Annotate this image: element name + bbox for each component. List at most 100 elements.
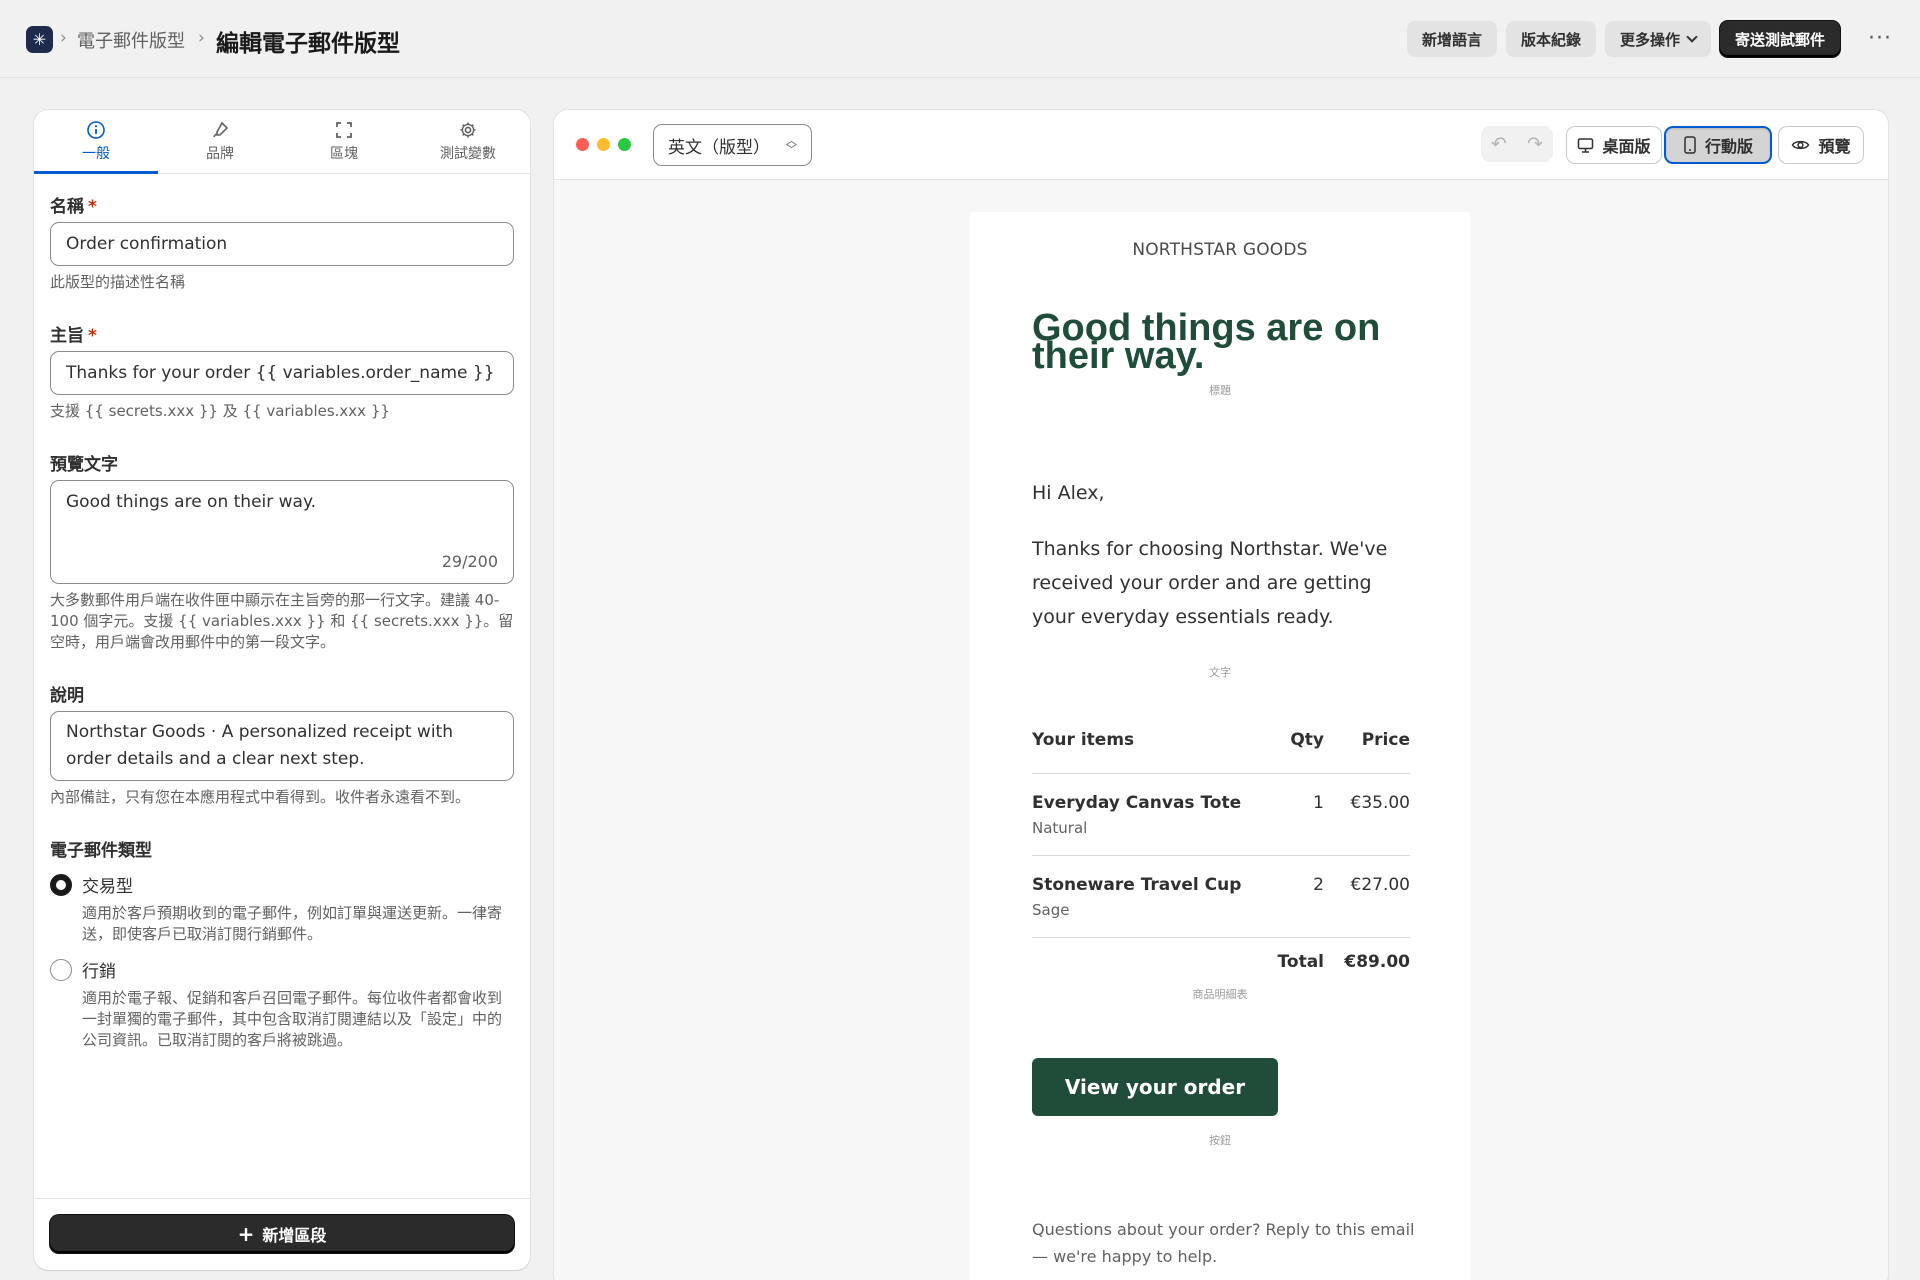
preview-text-label: 預覽文字	[50, 455, 118, 475]
top-bar: ✳ › 電子郵件版型 › 編輯電子郵件版型 新增語言 版本紀錄 更多操作 寄送測…	[0, 0, 1920, 78]
email-headline[interactable]: Good things are on their way.	[1032, 309, 1432, 375]
window-minimize-dot	[597, 138, 610, 151]
tab-brand[interactable]: 品牌	[158, 110, 282, 173]
desktop-icon	[1578, 137, 1594, 153]
radio-label: 交易型	[82, 877, 133, 897]
radio-help: 適用於客戶預期收到的電子郵件，例如訂單與運送更新。一律寄送，即使客戶已取消訂閱行…	[82, 904, 503, 943]
radio-unchecked-icon[interactable]	[50, 958, 72, 981]
chevron-right-icon: ›	[198, 28, 205, 48]
general-form: 名稱 * Order confirmation 此版型的描述性名稱 主旨 * Tha…	[50, 192, 514, 1079]
item-qty: 2	[1313, 875, 1324, 895]
chevron-right-icon: ›	[60, 28, 67, 48]
description-group: 說明 Northstar Goods · A personalized rece…	[50, 681, 514, 808]
preview-button[interactable]: 預覽	[1778, 126, 1864, 164]
language-select[interactable]: 英文（版型） ︿ ﹀	[653, 124, 812, 166]
mobile-view-label: 行動版	[1704, 137, 1753, 156]
subject-label-text: 主旨	[50, 326, 84, 346]
eye-icon	[1792, 140, 1810, 150]
more-actions-label: 更多操作	[1619, 30, 1680, 49]
subject-help: 支援 {{ secrets.xxx }} 及 {{ variables.xxx …	[50, 402, 390, 420]
language-select-value: 英文（版型）	[668, 137, 770, 158]
tab-sections[interactable]: 區塊	[282, 110, 406, 173]
description-help: 內部備註，只有您在本應用程式中看得到。收件者永遠看不到。	[50, 788, 471, 806]
required-marker: *	[88, 197, 97, 217]
preview-text-help: 大多數郵件用戶端在收件匣中顯示在主旨旁的那一行文字。建議 40-100 個字元。…	[50, 591, 514, 651]
header-actions: 新增語言 版本紀錄 更多操作 寄送測試郵件	[1406, 21, 1840, 57]
add-section-label: 新增區段	[262, 1226, 327, 1245]
preview-label: 預覽	[1818, 137, 1851, 156]
breadcrumb-email-templates[interactable]: 電子郵件版型	[77, 27, 185, 53]
items-header-price: Price	[1361, 730, 1410, 750]
add-language-button[interactable]: 新增語言	[1406, 21, 1497, 57]
block-tag-button: 按鈕	[1209, 1134, 1231, 1147]
email-preview: NORTHSTAR GOODS Good things are on their…	[970, 212, 1470, 1280]
item-price: €27.00	[1350, 875, 1410, 895]
preview-text-textarea[interactable]: Good things are on their way. 29/200	[50, 480, 514, 584]
radio-transactional[interactable]: 交易型	[50, 872, 514, 897]
total-label: Total	[1277, 952, 1324, 972]
radio-label: 行銷	[82, 962, 116, 982]
item-qty: 1	[1313, 793, 1324, 813]
tab-general[interactable]: 一般	[34, 110, 158, 174]
more-horizontal-icon[interactable]: ···	[1868, 28, 1892, 50]
name-label-text: 名稱	[50, 197, 84, 217]
more-actions-button[interactable]: 更多操作	[1604, 21, 1711, 57]
plus-icon: +	[237, 1222, 255, 1246]
select-arrows-icon: ︿ ﹀	[786, 134, 797, 156]
items-header-qty: Qty	[1290, 730, 1324, 750]
preview-panel: 英文（版型） ︿ ﹀ ↶ ↷ 桌面版 行動版 預覽 NORTHSTAR GOODS…	[554, 110, 1888, 1280]
email-body-text[interactable]: Thanks for choosing Northstar. We've rec…	[1032, 532, 1412, 634]
required-marker: *	[88, 326, 97, 346]
app-logo-icon[interactable]: ✳	[26, 26, 53, 53]
mobile-icon	[1684, 136, 1696, 154]
block-tag-heading: 標題	[1209, 384, 1231, 397]
version-history-button[interactable]: 版本紀錄	[1505, 21, 1596, 57]
name-help: 此版型的描述性名稱	[50, 273, 186, 291]
table-row: Stoneware Travel Cup Sage 2 €27.00	[1032, 856, 1410, 938]
radio-checked-icon[interactable]	[50, 873, 72, 896]
block-tag-items: 商品明細表	[1192, 988, 1248, 1001]
email-type-label: 電子郵件類型	[50, 841, 152, 861]
add-section-footer: + 新增區段	[34, 1198, 530, 1270]
undo-redo-group: ↶ ↷	[1481, 126, 1553, 162]
chevron-down-icon	[1686, 31, 1698, 43]
info-icon	[87, 121, 105, 139]
radio-help: 適用於電子報、促銷和客戶召回電子郵件。每位收件者都會收到一封單獨的電子郵件，其中…	[82, 989, 503, 1049]
name-label: 名稱 *	[50, 192, 514, 217]
name-input[interactable]: Order confirmation	[50, 222, 514, 266]
email-greeting[interactable]: Hi Alex,	[1032, 482, 1105, 504]
item-price: €35.00	[1350, 793, 1410, 813]
items-total-row: Total €89.00	[1032, 938, 1410, 972]
description-label: 說明	[50, 686, 84, 706]
brush-icon	[213, 121, 229, 138]
items-header-name: Your items	[1032, 730, 1135, 750]
settings-panel: 一般 品牌 區塊 測試變數 名稱 * Order confirmation 此版型…	[34, 110, 530, 1270]
radio-marketing[interactable]: 行銷	[50, 957, 514, 982]
subject-input[interactable]: Thanks for your order {{ variables.order…	[50, 351, 514, 395]
email-type-group: 電子郵件類型 交易型 適用於客戶預期收到的電子郵件，例如訂單與運送更新。一律寄送…	[50, 836, 514, 1051]
view-order-button[interactable]: View your order	[1032, 1058, 1278, 1116]
add-section-button[interactable]: + 新增區段	[50, 1215, 514, 1253]
tab-label: 品牌	[206, 146, 234, 162]
item-variant: Natural	[1032, 819, 1088, 837]
item-variant: Sage	[1032, 901, 1070, 919]
send-test-email-button[interactable]: 寄送測試郵件	[1719, 21, 1840, 57]
description-textarea[interactable]: Northstar Goods · A personalized receipt…	[50, 711, 514, 781]
window-maximize-dot	[618, 138, 631, 151]
mobile-view-button[interactable]: 行動版	[1664, 126, 1772, 164]
subject-label: 主旨 *	[50, 321, 514, 346]
email-footer-text[interactable]: Questions about your order? Reply to thi…	[1032, 1216, 1422, 1270]
total-value: €89.00	[1344, 952, 1410, 972]
gear-icon	[460, 122, 476, 138]
tab-label: 測試變數	[440, 146, 496, 162]
desktop-view-label: 桌面版	[1602, 137, 1651, 156]
preview-toolbar: 英文（版型） ︿ ﹀ ↶ ↷ 桌面版 行動版 預覽	[554, 110, 1888, 180]
redo-icon[interactable]: ↷	[1517, 126, 1553, 162]
item-name: Stoneware Travel Cup	[1032, 875, 1242, 895]
order-items-table[interactable]: Your items Qty Price Everyday Canvas Tot…	[1032, 730, 1410, 972]
block-tag-text: 文字	[1209, 666, 1231, 679]
tab-test-variables[interactable]: 測試變數	[406, 110, 530, 173]
desktop-view-button[interactable]: 桌面版	[1566, 126, 1662, 164]
character-counter: 29/200	[441, 552, 498, 571]
undo-icon[interactable]: ↶	[1481, 126, 1517, 162]
